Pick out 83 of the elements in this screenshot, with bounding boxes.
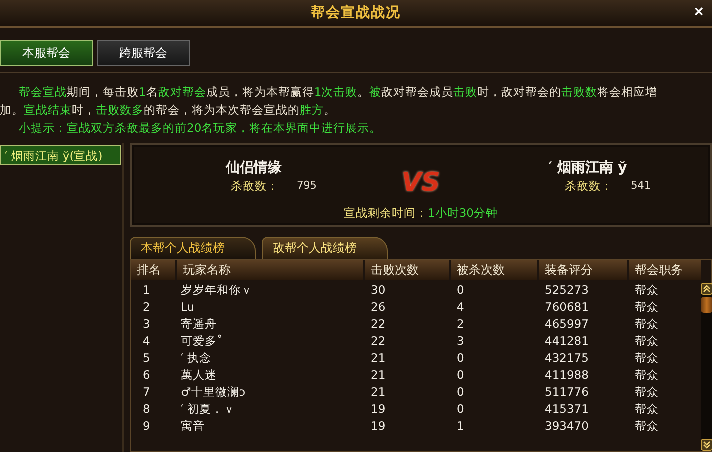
table-cell-text: 帮众 [634, 367, 660, 384]
table-cell-text: 萬人迷 [180, 367, 218, 384]
table-cell-text: 4 [142, 333, 152, 350]
table-cell-text: 411988 [544, 367, 590, 384]
table-cell-text: 3 [142, 316, 152, 333]
table-cell-text: 帮众 [634, 316, 660, 333]
tab[interactable]: 跨服帮会 [97, 40, 190, 66]
scrollbar[interactable] [701, 283, 712, 451]
column-header[interactable]: 装备评分 [539, 260, 627, 280]
column-header[interactable]: 排名 [131, 260, 175, 280]
table-cell-text: 帮众 [634, 350, 660, 367]
table-cell-text: 7 [142, 384, 152, 401]
scroll-thumb[interactable] [701, 297, 712, 313]
table-cell-text: 21 [370, 367, 387, 384]
table-cell-text: ′ 初夏．ｖ [180, 401, 236, 418]
table-cell-text: ♂十里微澜ᴐ [180, 384, 247, 401]
table-cell-text: 415371 [544, 401, 590, 418]
ranking-tab[interactable]: 本帮个人战绩榜 [130, 237, 256, 259]
table-cell-text: 9 [142, 418, 152, 435]
table-cell-text: 22 [370, 333, 387, 350]
vs-logo: VS [402, 168, 440, 198]
table-cell-text: 帮众 [634, 418, 660, 435]
table-cell-text: 19 [370, 418, 387, 435]
close-button[interactable]: × [690, 4, 708, 22]
ranking-tab[interactable]: 敌帮个人战绩榜 [262, 237, 388, 259]
guild-name: ′ 烟雨江南 ў [548, 159, 628, 177]
table-cell-text: 6 [142, 367, 152, 384]
table-cell-text: 0 [456, 282, 466, 299]
time-remaining: 1小时30分钟 [428, 206, 498, 220]
table-cell-text: 寓音 [180, 418, 206, 435]
table-cell-text: 4 [456, 299, 466, 316]
table-cell-text: 帮众 [634, 401, 660, 418]
table-cell-text: 21 [370, 384, 387, 401]
kills-count: 795 [297, 179, 317, 194]
table-cell-text: 帮众 [634, 384, 660, 401]
table-cell-text: 0 [456, 350, 466, 367]
table-cell-text: 21 [370, 350, 387, 367]
column-header[interactable]: 被杀次数 [451, 260, 537, 280]
table-cell-text: 寄遥舟 [180, 316, 218, 333]
table-cell-text: 1 [142, 282, 152, 299]
table-cell-text: 511776 [544, 384, 590, 401]
table-cell-text: 441281 [544, 333, 590, 350]
table-cell-text: 393470 [544, 418, 590, 435]
column-header[interactable]: 击败次数 [365, 260, 449, 280]
table-cell-text: 岁岁年和你ｖ [180, 282, 254, 299]
table-cell-text: 2 [456, 316, 466, 333]
kills-count: 541 [631, 179, 651, 194]
intro-text: 加。宣战结束时，击败数多的帮会，将为本次帮会宣战的胜方。 [0, 103, 337, 117]
table-cell-text: 19 [370, 401, 387, 418]
table-cell-text: 0 [456, 367, 466, 384]
column-header[interactable]: 玩家名称 [177, 260, 363, 280]
table-cell-text: Lu [180, 299, 196, 316]
time-label: 宣战剩余时间： [344, 206, 428, 220]
table-cell-text: 帮众 [634, 333, 660, 350]
table-cell-text: 26 [370, 299, 387, 316]
table-cell-text: 5 [142, 350, 152, 367]
table-cell-text: 432175 [544, 350, 590, 367]
scroll-down-icon[interactable] [701, 439, 712, 451]
table-cell-text: 0 [456, 401, 466, 418]
scroll-up-icon[interactable] [701, 283, 712, 295]
table-cell-text: 8 [142, 401, 152, 418]
window-title: 帮会宣战战况 [311, 4, 401, 22]
table-cell-text: ′ 执念 [180, 350, 212, 367]
table-cell-text: 2 [142, 299, 152, 316]
table-cell-text: 帮众 [634, 282, 660, 299]
table-cell-text: 1 [456, 418, 466, 435]
table-cell-text: 525273 [544, 282, 590, 299]
intro-text: 帮会宣战期间，每击败1名敌对帮会成员，将为本帮赢得1次击败。被敌对帮会成员击败时，敌对帮会的击败数将会相应增 [19, 85, 659, 99]
intro-text: 小提示：宣战双方杀敌最多的前20名玩家，将在本界面中进行展示。 [19, 121, 383, 135]
table-cell-text: 30 [370, 282, 387, 299]
table-cell-text: 可爱多˚ [180, 333, 224, 350]
guild-name: 仙侣情缘 [226, 159, 282, 177]
kills-label: 杀敌数： [231, 179, 280, 194]
table-cell-text: 22 [370, 316, 387, 333]
table-cell-text: 465997 [544, 316, 590, 333]
war-list-item[interactable]: ′ 烟雨江南 ў(宣战) [0, 145, 121, 165]
table-cell-text: 帮众 [634, 299, 660, 316]
table-cell-text: 3 [456, 333, 466, 350]
column-header[interactable]: 帮会职务 [629, 260, 701, 280]
tab[interactable]: 本服帮会 [0, 40, 93, 66]
table-cell-text: 760681 [544, 299, 590, 316]
table-cell-text: 0 [456, 384, 466, 401]
kills-label: 杀敌数： [565, 179, 614, 194]
